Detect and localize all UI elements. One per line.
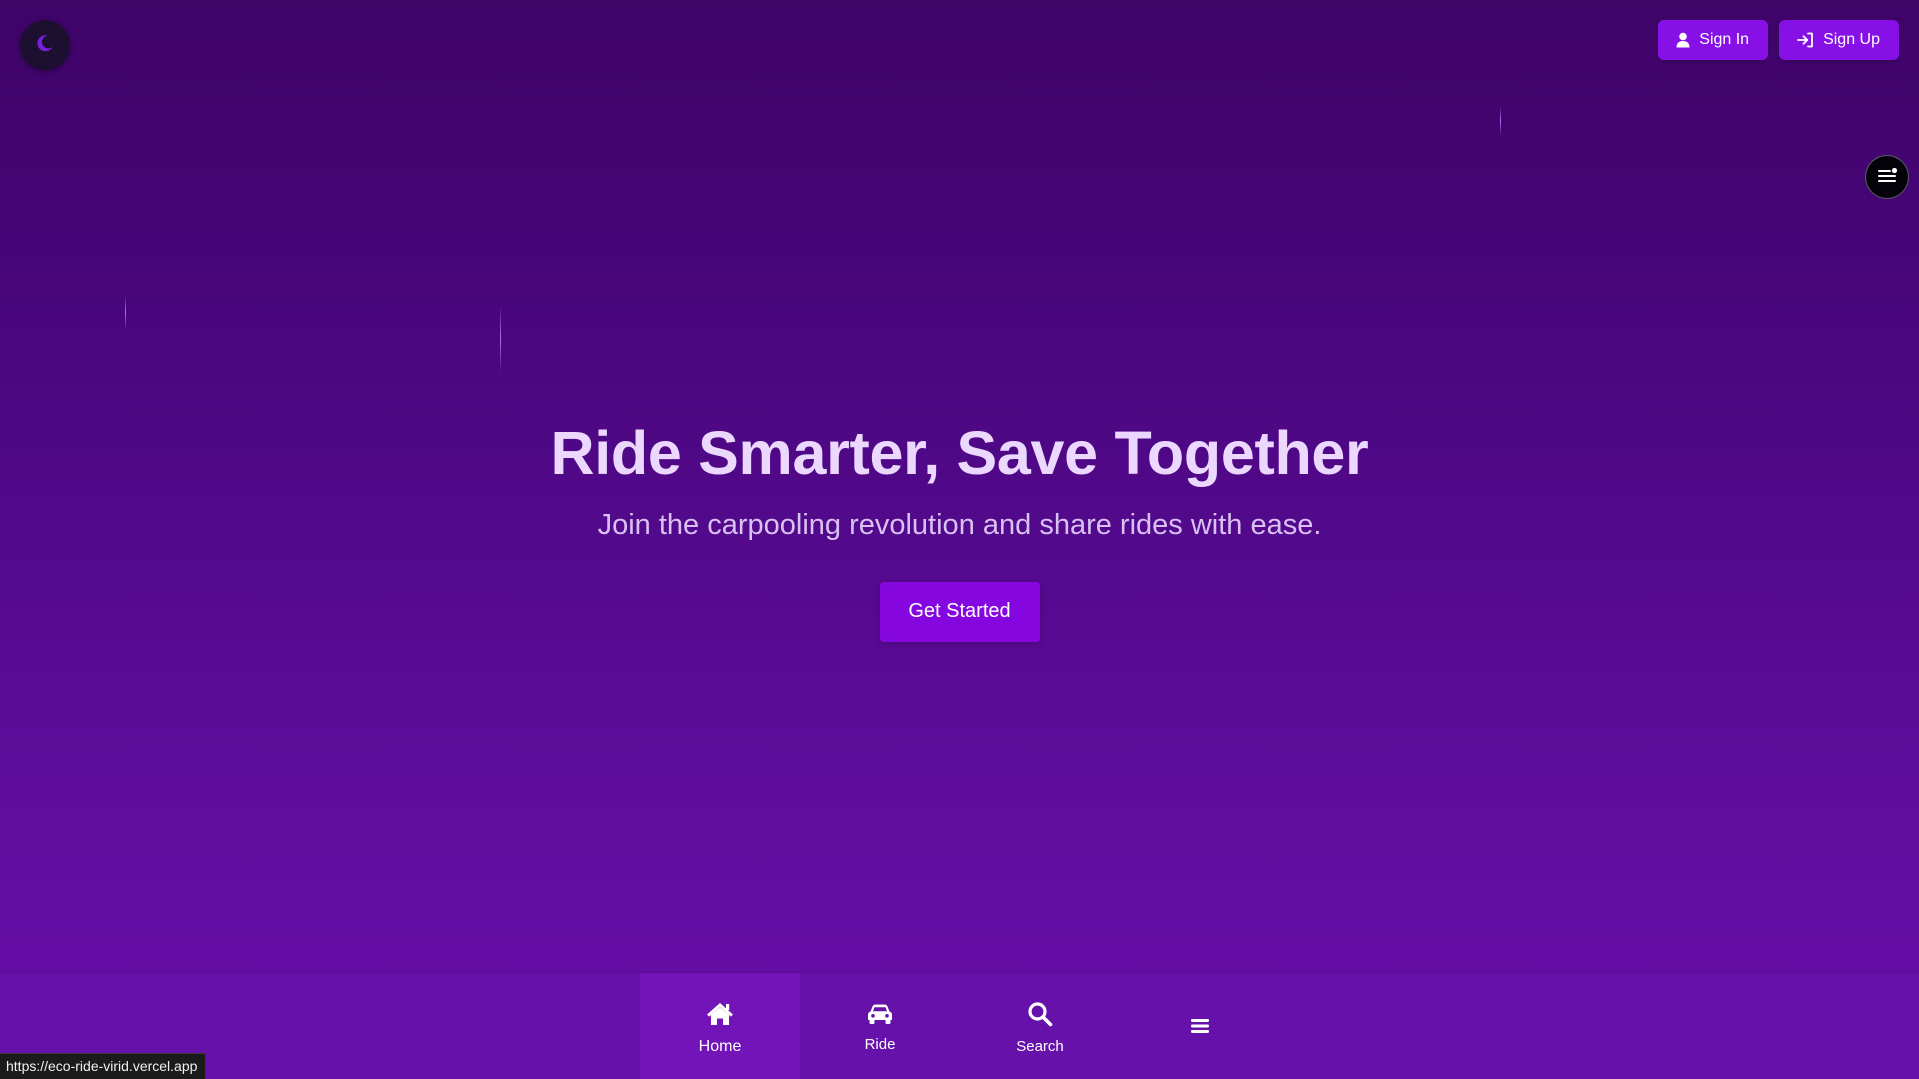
hero-subtitle: Join the carpooling revolution and share…	[597, 509, 1322, 542]
car-icon	[866, 1003, 894, 1030]
bottom-navigation: Home Ride Search	[0, 973, 1919, 1079]
decorative-streak	[500, 305, 501, 373]
nav-item-ride[interactable]: Ride	[800, 973, 960, 1079]
search-icon	[1027, 1001, 1053, 1032]
status-bar-url: https://eco-ride-virid.vercel.app	[0, 1053, 207, 1079]
sign-up-button[interactable]: Sign Up	[1779, 20, 1899, 60]
sign-up-label: Sign Up	[1823, 31, 1880, 48]
get-started-button[interactable]: Get Started	[879, 581, 1040, 642]
hero-title: Ride Smarter, Save Together	[550, 419, 1369, 487]
menu-lines-icon	[1876, 166, 1898, 189]
decorative-streak	[125, 295, 126, 330]
hero-section: Ride Smarter, Save Together Join the car…	[0, 418, 1919, 642]
nav-item-more[interactable]	[1120, 973, 1280, 1079]
nav-item-search[interactable]: Search	[960, 973, 1120, 1079]
hamburger-icon	[1190, 1017, 1210, 1040]
sign-in-label: Sign In	[1699, 31, 1750, 48]
decorative-streak	[1500, 106, 1501, 136]
nav-label-ride: Ride	[864, 1036, 896, 1053]
nav-item-home[interactable]: Home	[640, 973, 800, 1079]
moon-icon	[35, 33, 55, 58]
sign-in-arrow-icon	[1797, 32, 1814, 48]
auth-buttons: Sign In Sign Up	[1658, 20, 1899, 60]
floating-menu-button[interactable]	[1865, 155, 1909, 199]
nav-label-home: Home	[698, 1037, 742, 1055]
home-icon	[705, 1001, 735, 1032]
nav-label-search: Search	[1016, 1038, 1064, 1055]
theme-toggle-button[interactable]	[20, 20, 70, 70]
user-icon	[1676, 32, 1690, 48]
sign-in-button[interactable]: Sign In	[1658, 20, 1769, 60]
